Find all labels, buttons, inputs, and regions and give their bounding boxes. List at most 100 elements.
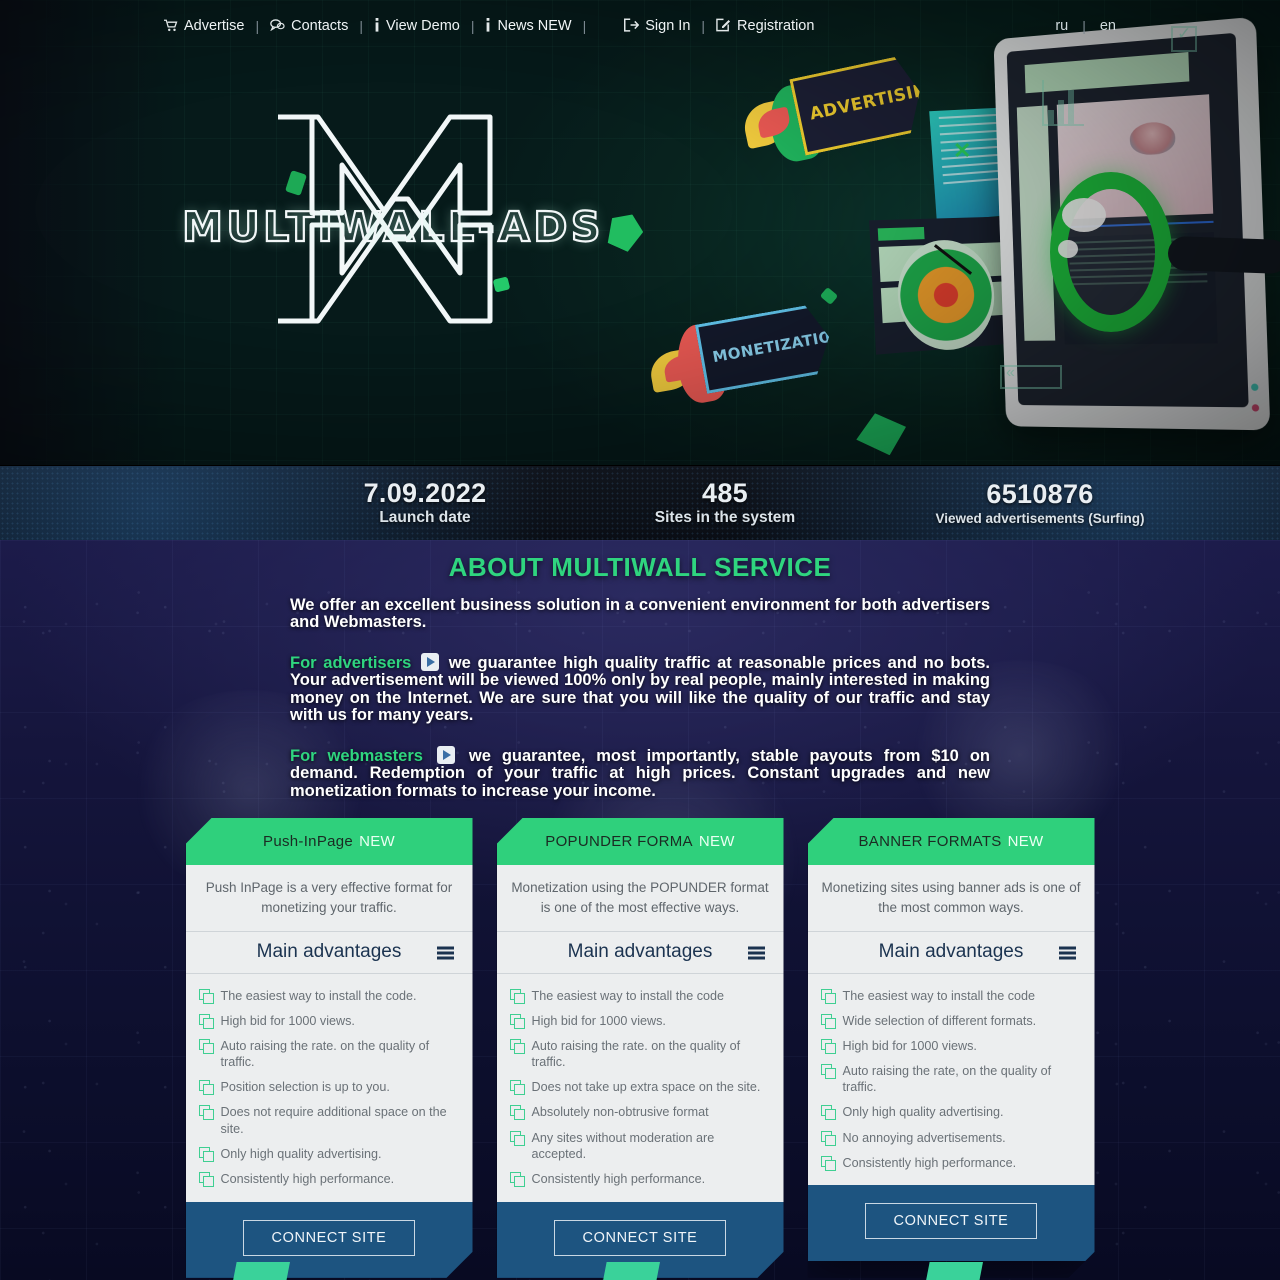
stat-label: Launch date: [379, 509, 471, 527]
nav-item-contacts[interactable]: Contacts: [259, 18, 359, 34]
cart-icon: [164, 19, 178, 34]
copy-icon: [821, 1156, 835, 1170]
copy-icon: [199, 1172, 213, 1186]
list-item-label: The easiest way to install the code.: [220, 988, 417, 1003]
info-icon: [374, 18, 380, 34]
connect-site-button[interactable]: CONNECT SITE: [865, 1203, 1038, 1239]
about-section: ABOUT MULTIWALL SERVICE We offer an exce…: [0, 540, 1280, 1280]
list-item-label: Position selection is up to you.: [220, 1080, 390, 1095]
copy-icon: [510, 989, 524, 1003]
list-item: The easiest way to install the code: [821, 983, 1083, 1008]
card-advantages-list: The easiest way to install the code Wide…: [808, 973, 1095, 1185]
copy-icon: [821, 989, 835, 1003]
copy-icon: [199, 1039, 213, 1053]
lang-option-ru[interactable]: ru: [1041, 18, 1082, 34]
register-pencil-icon: [716, 18, 731, 34]
card-header: BANNER FORMATS NEW: [808, 818, 1095, 865]
stats-bar: 7.09.2022 Launch date 485 Sites in the s…: [0, 465, 1280, 540]
play-icon[interactable]: [436, 745, 455, 764]
card-advantages-title: Main advantages: [878, 941, 1024, 963]
card-header: Push-InPage NEW: [186, 818, 473, 865]
card-advantages-list: The easiest way to install the code. Hig…: [186, 973, 473, 1202]
list-item: Only high quality advertising.: [821, 1100, 1083, 1125]
decor-tab: [602, 1262, 660, 1280]
hero-vignette: [0, 0, 1280, 465]
copy-icon: [510, 1105, 524, 1119]
copy-icon: [199, 1105, 213, 1119]
list-item-label: Any sites without moderation are accepte…: [531, 1130, 715, 1161]
list-item-label: Consistently high performance.: [220, 1172, 395, 1187]
list-item-label: High bid for 1000 views.: [842, 1038, 977, 1053]
copy-icon: [821, 1014, 835, 1028]
card-advantages-header: Main advantages: [808, 931, 1095, 973]
card-description: Push InPage is a very effective format f…: [186, 865, 473, 931]
about-intro-paragraph: We offer an excellent business solution …: [290, 596, 990, 632]
list-item: Consistently high performance.: [199, 1167, 461, 1192]
stat-value: 7.09.2022: [363, 477, 487, 508]
about-advertisers-paragraph: For advertisers we guarantee high qualit…: [290, 652, 990, 725]
list-item: High bid for 1000 views.: [510, 1008, 772, 1033]
list-item: Does not require additional space on the…: [199, 1100, 461, 1142]
stat-label: Viewed advertisements (Surfing): [935, 510, 1145, 526]
list-item-label: High bid for 1000 views.: [531, 1013, 666, 1028]
decor-tab: [925, 1262, 983, 1280]
stat-sites-in-system: 485 Sites in the system: [575, 477, 875, 527]
card-description: Monetization using the POPUNDER format i…: [497, 865, 784, 931]
list-item: The easiest way to install the code: [510, 983, 772, 1008]
list-item-label: Consistently high performance.: [531, 1172, 706, 1187]
webmasters-label: For webmasters: [290, 746, 423, 765]
stat-value: 485: [702, 477, 748, 508]
stat-label: Sites in the system: [654, 509, 796, 527]
list-item: Does not take up extra space on the site…: [510, 1075, 772, 1100]
list-item: Auto raising the rate. on the quality of…: [199, 1033, 461, 1075]
list-icon: [437, 946, 454, 959]
about-title: ABOUT MULTIWALL SERVICE: [448, 552, 832, 582]
card-description: Monetizing sites using banner ads is one…: [808, 865, 1095, 931]
info-icon: [485, 18, 491, 34]
nav-item-advertise[interactable]: Advertise: [164, 18, 255, 34]
card-advantages-list: The easiest way to install the code High…: [497, 973, 784, 1202]
card-advantages-title: Main advantages: [256, 941, 402, 963]
list-item: No annoying advertisements.: [821, 1125, 1083, 1150]
copy-icon: [821, 1105, 835, 1119]
list-item-label: Only high quality advertising.: [842, 1105, 1004, 1120]
nav-item-news[interactable]: News NEW: [474, 18, 582, 34]
list-item-label: Does not require additional space on the…: [220, 1105, 447, 1136]
advertisers-label: For advertisers: [290, 653, 412, 672]
card-title: BANNER FORMATS: [858, 833, 1002, 850]
copy-icon: [821, 1039, 835, 1053]
stat-value: 6510876: [986, 479, 1094, 510]
copy-icon: [199, 1147, 213, 1161]
list-item-label: High bid for 1000 views.: [220, 1013, 355, 1028]
copy-icon: [510, 1014, 524, 1028]
nav-primary-links: Advertise | Contacts | View Demo | News …: [164, 18, 825, 34]
list-item-label: Does not take up extra space on the site…: [531, 1080, 761, 1095]
list-item: Position selection is up to you.: [199, 1075, 461, 1100]
card-title: POPUNDER FORMA: [545, 833, 693, 850]
list-item-label: Auto raising the rate. on the quality of…: [220, 1038, 430, 1070]
about-text-block: We offer an excellent business solution …: [290, 596, 990, 800]
list-item: Wide selection of different formats.: [821, 1008, 1083, 1033]
list-item-label: Absolutely non-obtrusive format: [531, 1105, 709, 1120]
nav-item-view-demo[interactable]: View Demo: [363, 18, 471, 34]
list-item: Absolutely non-obtrusive format: [510, 1100, 772, 1125]
card-push-inpage: Push-InPage NEW Push InPage is a very ef…: [186, 818, 473, 1278]
format-cards: Push-InPage NEW Push InPage is a very ef…: [0, 818, 1280, 1278]
nav-item-registration[interactable]: Registration: [705, 18, 825, 34]
nav-item-label: Registration: [737, 18, 815, 34]
copy-icon: [510, 1039, 524, 1053]
nav-item-label: View Demo: [385, 18, 460, 34]
list-icon: [1059, 946, 1076, 959]
play-icon[interactable]: [421, 652, 440, 671]
list-item-label: Only high quality advertising.: [220, 1146, 382, 1161]
card-advantages-title: Main advantages: [567, 941, 713, 963]
list-item-label: The easiest way to install the code: [531, 988, 725, 1003]
list-item: Consistently high performance.: [510, 1167, 772, 1192]
decor-tab: [232, 1262, 290, 1280]
nav-item-label: Sign In: [645, 18, 691, 34]
list-item: Auto raising the rate. on the quality of…: [510, 1033, 772, 1075]
card-new-badge: NEW: [359, 833, 395, 850]
list-item: High bid for 1000 views.: [199, 1008, 461, 1033]
lang-option-en[interactable]: en: [1086, 18, 1130, 34]
nav-item-sign-in[interactable]: Sign In: [624, 18, 701, 34]
